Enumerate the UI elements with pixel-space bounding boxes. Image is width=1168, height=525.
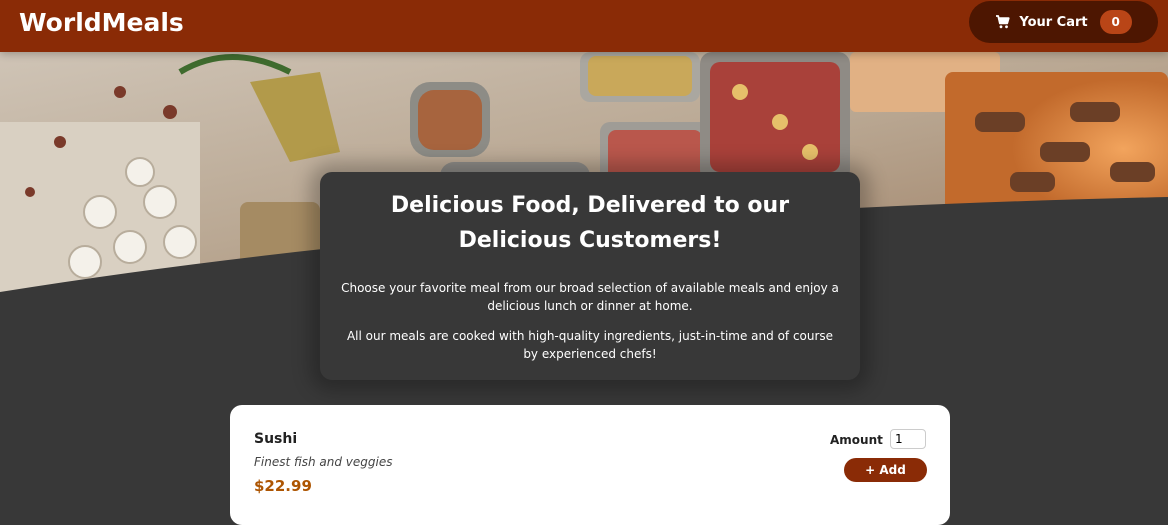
brand-title: WorldMeals bbox=[19, 8, 184, 37]
app-header: WorldMeals Your Cart 0 bbox=[0, 0, 1168, 52]
meals-list-card: Sushi Finest fish and veggies $22.99 Amo… bbox=[230, 405, 950, 525]
cart-count-badge: 0 bbox=[1099, 10, 1132, 34]
amount-input[interactable] bbox=[890, 429, 926, 449]
cart-label: Your Cart bbox=[1019, 14, 1088, 30]
meal-description: Finest fish and veggies bbox=[254, 455, 393, 469]
summary-paragraph-1: Choose your favorite meal from our broad… bbox=[341, 281, 839, 313]
meal-name: Sushi bbox=[254, 431, 298, 447]
meal-price: $22.99 bbox=[254, 477, 312, 495]
cart-button[interactable]: Your Cart 0 bbox=[969, 1, 1158, 43]
summary-paragraph-2: All our meals are cooked with high-quali… bbox=[346, 329, 834, 361]
amount-label: Amount bbox=[830, 433, 883, 447]
cart-icon bbox=[995, 14, 1011, 30]
add-to-cart-button[interactable]: + Add bbox=[844, 458, 927, 482]
summary-card: Delicious Food, Delivered to our Delicio… bbox=[320, 172, 860, 380]
summary-title: Delicious Food, Delivered to our Delicio… bbox=[390, 193, 790, 253]
